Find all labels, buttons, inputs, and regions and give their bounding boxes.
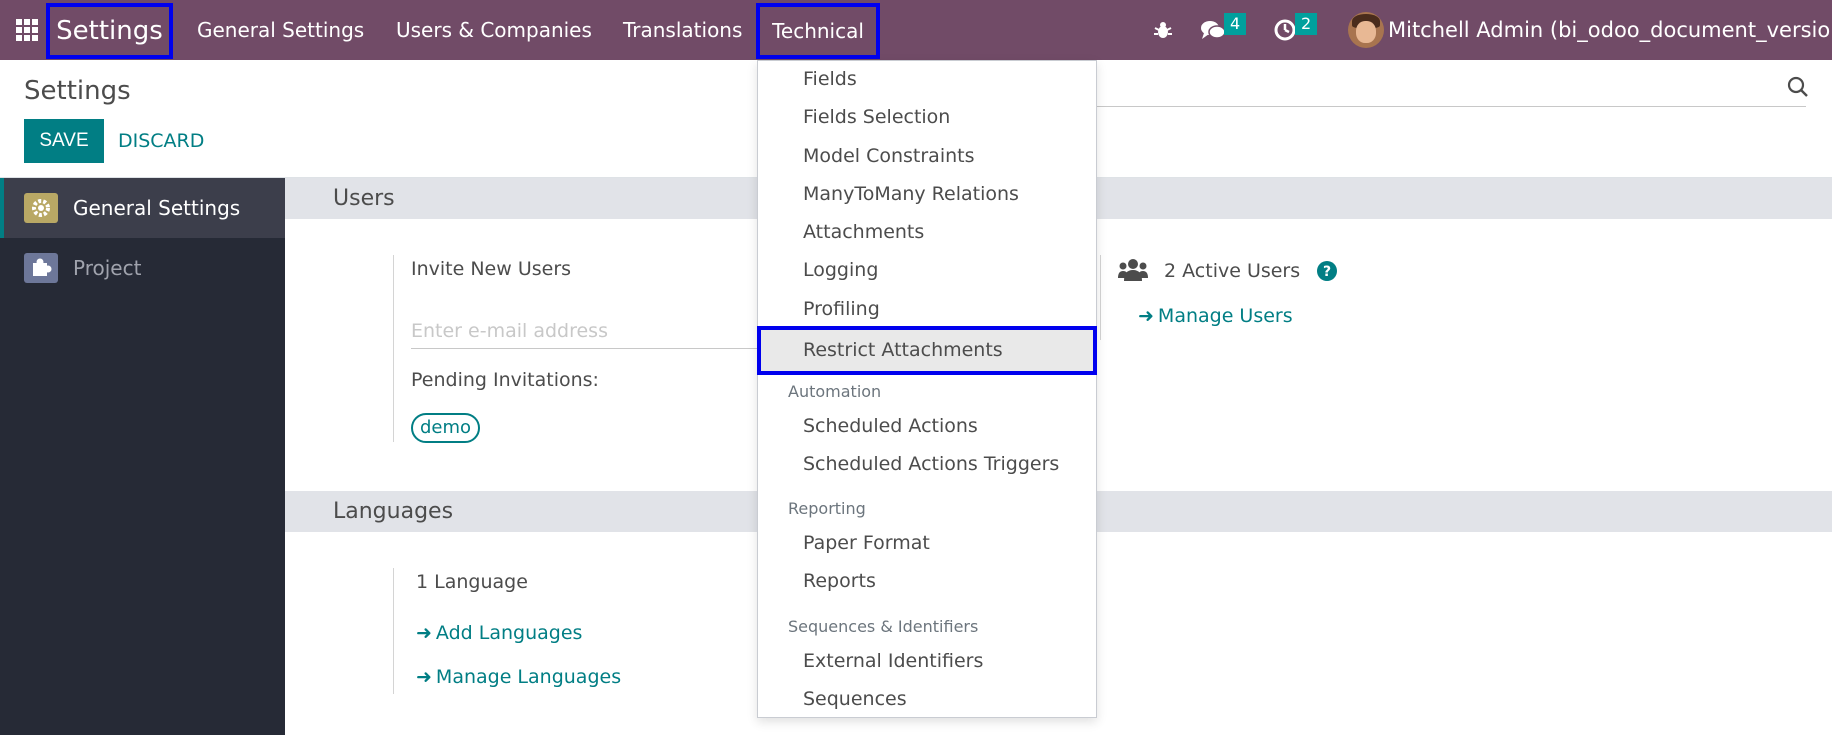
arrow-right-icon: ➜ bbox=[416, 666, 432, 688]
invite-users-label: Invite New Users bbox=[411, 258, 572, 280]
page-title: Settings bbox=[24, 76, 131, 106]
menu-section-automation: Automation bbox=[788, 382, 882, 401]
sidebar-item-project[interactable]: Project bbox=[0, 238, 285, 298]
menu-translations[interactable]: Translations bbox=[623, 0, 742, 60]
technical-dropdown-menu: Fields Fields Selection Model Constraint… bbox=[757, 60, 1097, 718]
save-button[interactable]: SAVE bbox=[24, 119, 104, 163]
manage-languages-link[interactable]: ➜ Manage Languages bbox=[416, 666, 621, 688]
menu-technical[interactable]: Technical bbox=[756, 3, 880, 59]
menu-item-scheduled-actions[interactable]: Scheduled Actions bbox=[803, 414, 978, 438]
discard-button[interactable]: DISCARD bbox=[118, 119, 204, 163]
messages-count-badge: 4 bbox=[1224, 13, 1247, 35]
menu-general-settings[interactable]: General Settings bbox=[197, 0, 364, 60]
email-field[interactable] bbox=[411, 313, 761, 349]
divider bbox=[1100, 255, 1101, 340]
activities-count-badge: 2 bbox=[1295, 13, 1318, 35]
arrow-right-icon: ➜ bbox=[1138, 305, 1154, 327]
sidebar-item-label: General Settings bbox=[73, 196, 241, 220]
menu-item-model-constraints[interactable]: Model Constraints bbox=[803, 144, 975, 168]
menu-item-reports[interactable]: Reports bbox=[803, 569, 876, 593]
menu-item-external-identifiers[interactable]: External Identifiers bbox=[803, 649, 983, 673]
divider bbox=[393, 255, 394, 442]
menu-item-fields[interactable]: Fields bbox=[803, 67, 857, 91]
user-avatar[interactable] bbox=[1348, 12, 1384, 48]
menu-item-paper-format[interactable]: Paper Format bbox=[803, 531, 930, 555]
settings-sidebar: General Settings Project bbox=[0, 178, 285, 735]
active-users-count: 2 Active Users bbox=[1164, 260, 1301, 282]
menu-item-logging[interactable]: Logging bbox=[803, 258, 878, 282]
menu-item-scheduled-actions-triggers[interactable]: Scheduled Actions Triggers bbox=[803, 452, 1059, 476]
language-count: 1 Language bbox=[416, 571, 528, 593]
gear-icon bbox=[24, 193, 58, 223]
menu-users-companies[interactable]: Users & Companies bbox=[396, 0, 592, 60]
menu-item-restrict-attachments[interactable]: Restrict Attachments bbox=[757, 326, 1097, 375]
sidebar-item-label: Project bbox=[73, 256, 142, 280]
pending-user-tag[interactable]: demo bbox=[411, 413, 481, 443]
activities-clock-icon[interactable] bbox=[1273, 0, 1297, 60]
pending-invitations-label: Pending Invitations: bbox=[411, 369, 599, 391]
menu-item-sequences[interactable]: Sequences bbox=[803, 687, 907, 711]
top-navbar: Settings General Settings Users & Compan… bbox=[0, 0, 1832, 60]
arrow-right-icon: ➜ bbox=[416, 622, 432, 644]
puzzle-icon bbox=[24, 253, 58, 283]
section-title: Languages bbox=[333, 499, 454, 524]
menu-item-many2many-relations[interactable]: ManyToMany Relations bbox=[803, 182, 1019, 206]
menu-item-fields-selection[interactable]: Fields Selection bbox=[803, 105, 950, 129]
menu-section-reporting: Reporting bbox=[788, 499, 866, 518]
search-input[interactable] bbox=[1096, 106, 1806, 107]
menu-item-profiling[interactable]: Profiling bbox=[803, 297, 880, 321]
sidebar-item-general-settings[interactable]: General Settings bbox=[0, 178, 285, 238]
messages-chat-icon[interactable] bbox=[1200, 0, 1226, 60]
divider bbox=[393, 568, 394, 694]
menu-section-sequences: Sequences & Identifiers bbox=[788, 617, 979, 636]
app-title[interactable]: Settings bbox=[46, 3, 173, 59]
search-icon[interactable] bbox=[1786, 75, 1810, 99]
manage-users-link[interactable]: ➜ Manage Users bbox=[1138, 305, 1293, 327]
section-title: Users bbox=[333, 186, 395, 211]
add-languages-link[interactable]: ➜ Add Languages bbox=[416, 622, 582, 644]
menu-item-attachments[interactable]: Attachments bbox=[803, 220, 924, 244]
svg-text:?: ? bbox=[1323, 264, 1331, 280]
debug-bug-icon[interactable] bbox=[1152, 0, 1174, 60]
user-menu[interactable]: Mitchell Admin (bi_odoo_document_version… bbox=[1388, 0, 1832, 60]
help-question-icon[interactable]: ? bbox=[1317, 261, 1337, 285]
users-group-icon bbox=[1118, 257, 1148, 287]
apps-menu-icon[interactable] bbox=[16, 19, 38, 41]
